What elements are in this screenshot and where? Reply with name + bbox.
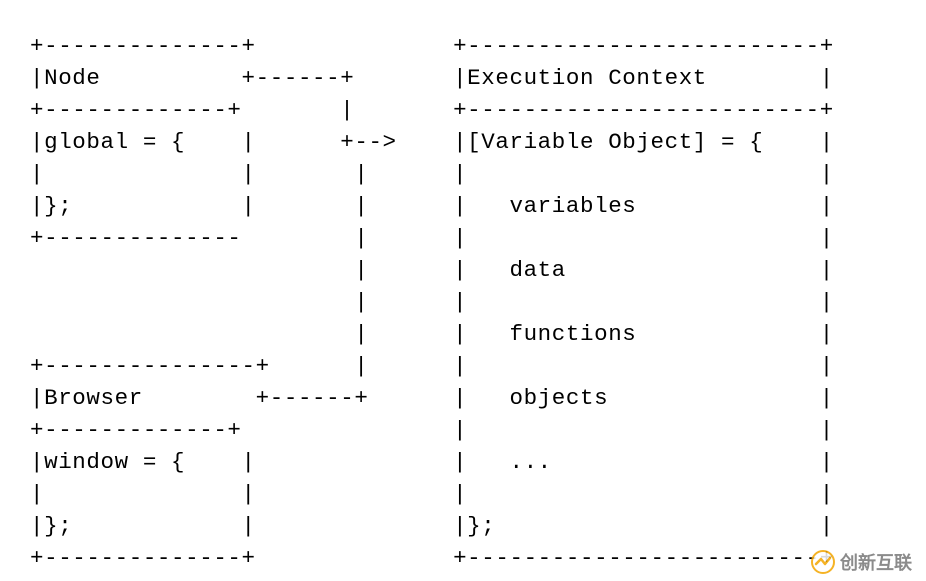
watermark: 创新互联 bbox=[810, 549, 912, 575]
watermark-icon bbox=[810, 549, 836, 575]
watermark-text: 创新互联 bbox=[840, 549, 912, 575]
ascii-diagram: +--------------+ +----------------------… bbox=[0, 0, 926, 574]
